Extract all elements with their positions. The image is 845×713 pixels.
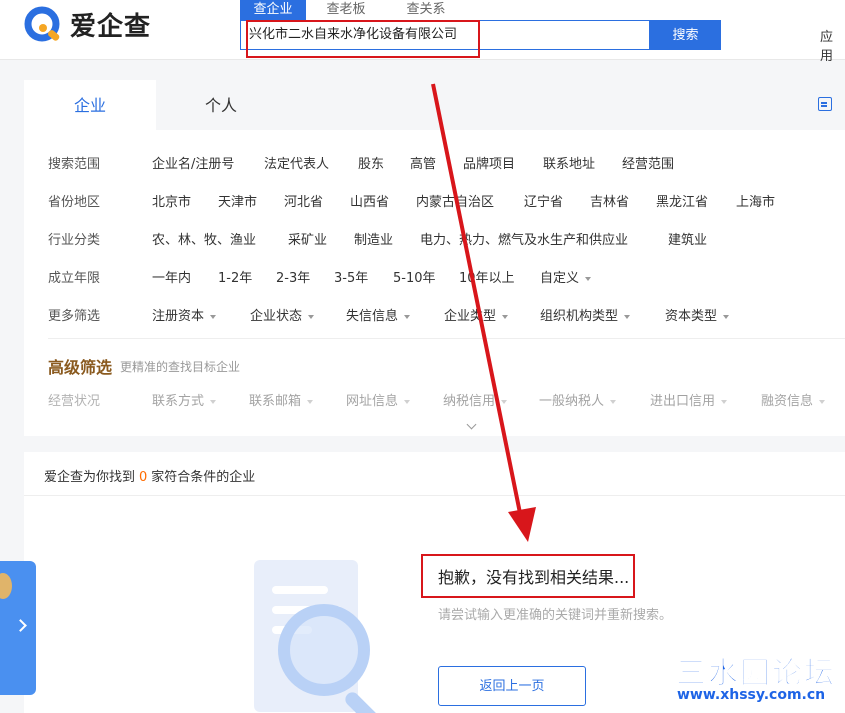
logo-text: 爱企查 bbox=[70, 11, 152, 42]
chevron-down-icon bbox=[723, 314, 730, 319]
filter-dropdown[interactable]: 组织机构类型 bbox=[540, 307, 631, 327]
tab-search-relation[interactable]: 查关系 bbox=[386, 0, 466, 20]
filter-option[interactable]: 采矿业 bbox=[288, 231, 327, 251]
expand-filters-button[interactable] bbox=[448, 418, 496, 436]
filter-dropdown[interactable]: 注册资本 bbox=[152, 307, 217, 327]
filter-label: 搜索范围 bbox=[48, 157, 101, 172]
tab-search-boss[interactable]: 查老板 bbox=[306, 0, 386, 20]
watermark-url: www.xhssy.com.cn bbox=[677, 687, 826, 703]
filter-option[interactable]: 股东 bbox=[358, 155, 384, 175]
filter-option[interactable]: 上海市 bbox=[736, 193, 775, 213]
side-float-widget[interactable] bbox=[0, 561, 36, 695]
search-button[interactable]: 搜索 bbox=[650, 20, 721, 50]
list-icon[interactable] bbox=[818, 97, 832, 111]
chevron-right-icon bbox=[14, 619, 27, 632]
filter-label: 成立年限 bbox=[48, 271, 101, 286]
filter-option[interactable]: 内蒙古自治区 bbox=[416, 193, 494, 213]
filter-dropdown[interactable]: 联系邮箱 bbox=[249, 392, 314, 412]
filter-option-custom[interactable]: 自定义 bbox=[540, 269, 592, 289]
filter-dropdown[interactable]: 进出口信用 bbox=[650, 392, 728, 412]
filter-option[interactable]: 联系地址 bbox=[543, 155, 595, 175]
filter-label: 省份地区 bbox=[48, 195, 101, 210]
filter-option[interactable]: 5-10年 bbox=[393, 269, 436, 289]
no-result-hint: 请尝试输入更准确的关键词并重新搜索。 bbox=[438, 608, 673, 623]
magnifier-icon bbox=[278, 604, 370, 696]
chevron-down-icon bbox=[210, 399, 217, 404]
filter-label: 行业分类 bbox=[48, 233, 101, 248]
filter-option[interactable]: 2-3年 bbox=[276, 269, 310, 289]
back-button[interactable]: 返回上一页 bbox=[438, 666, 586, 706]
logo-icon bbox=[24, 6, 60, 42]
filter-dropdown[interactable]: 企业类型 bbox=[444, 307, 509, 327]
filter-option[interactable]: 经营范围 bbox=[622, 155, 674, 175]
chevron-down-icon bbox=[210, 314, 217, 319]
avatar bbox=[0, 573, 12, 599]
entity-tabs: 企业 个人 bbox=[24, 80, 845, 130]
filter-dropdown[interactable]: 资本类型 bbox=[665, 307, 730, 327]
filter-label: 更多筛选 bbox=[48, 309, 101, 324]
filter-dropdown[interactable]: 联系方式 bbox=[152, 392, 217, 412]
filter-option[interactable]: 天津市 bbox=[218, 193, 257, 213]
filter-option[interactable]: 吉林省 bbox=[590, 193, 629, 213]
divider bbox=[48, 338, 845, 339]
filter-option[interactable]: 品牌项目 bbox=[463, 155, 515, 175]
chevron-down-icon bbox=[502, 314, 509, 319]
highlight-box-search bbox=[246, 20, 480, 58]
filter-option[interactable]: 1-2年 bbox=[218, 269, 252, 289]
chevron-down-icon bbox=[610, 399, 617, 404]
advanced-filter-subtitle: 更精准的查找目标企业 bbox=[120, 360, 241, 374]
filter-option[interactable]: 一年内 bbox=[152, 269, 191, 289]
filter-option[interactable]: 法定代表人 bbox=[264, 155, 329, 175]
highlight-box-result bbox=[421, 554, 635, 598]
tab-company[interactable]: 企业 bbox=[24, 80, 156, 130]
advanced-filter-title: 高级筛选 bbox=[48, 358, 113, 377]
filter-option[interactable]: 河北省 bbox=[284, 193, 323, 213]
tab-search-company[interactable]: 查企业 bbox=[240, 0, 306, 20]
results-header: 爱企查为你找到 0 家符合条件的企业 bbox=[24, 452, 845, 496]
tab-person[interactable]: 个人 bbox=[176, 80, 266, 130]
filter-option[interactable]: 建筑业 bbox=[668, 231, 707, 251]
filter-dropdown[interactable]: 一般纳税人 bbox=[539, 392, 617, 412]
chevron-down-icon bbox=[819, 399, 826, 404]
filter-option[interactable]: 10年以上 bbox=[459, 269, 515, 289]
filter-option[interactable]: 企业名/注册号 bbox=[152, 155, 234, 175]
chevron-down-icon bbox=[721, 399, 728, 404]
chevron-down-icon bbox=[307, 399, 314, 404]
logo[interactable]: 爱企查 bbox=[24, 4, 151, 44]
filter-dropdown[interactable]: 纳税信用 bbox=[443, 392, 508, 412]
filter-dropdown[interactable]: 失信信息 bbox=[346, 307, 411, 327]
chevron-down-icon bbox=[466, 419, 477, 430]
chevron-down-icon bbox=[501, 399, 508, 404]
filter-option[interactable]: 山西省 bbox=[350, 193, 389, 213]
filter-option[interactable]: 制造业 bbox=[354, 231, 393, 251]
empty-result-illustration bbox=[250, 560, 410, 713]
chevron-down-icon bbox=[624, 314, 631, 319]
filter-option[interactable]: 高管 bbox=[410, 155, 436, 175]
filter-option[interactable]: 电力、热力、燃气及水生产和供应业 bbox=[420, 231, 628, 251]
filter-option[interactable]: 黑龙江省 bbox=[656, 193, 708, 213]
filter-panel: 企业 个人 搜索范围 企业名/注册号 法定代表人 股东 高管 品牌项目 联系地址… bbox=[24, 80, 845, 436]
filter-label: 经营状况 bbox=[48, 394, 101, 409]
filter-option[interactable]: 北京市 bbox=[152, 193, 191, 213]
search-tabs: 查企业 查老板 查关系 bbox=[240, 0, 466, 20]
chevron-down-icon bbox=[404, 399, 411, 404]
filter-option[interactable]: 农、林、牧、渔业 bbox=[152, 231, 256, 251]
chevron-down-icon bbox=[585, 276, 592, 281]
watermark-logo: 三水园论坛 bbox=[676, 656, 836, 692]
chevron-down-icon bbox=[404, 314, 411, 319]
chevron-down-icon bbox=[308, 314, 315, 319]
app-link[interactable]: 应用 bbox=[820, 26, 845, 64]
filter-dropdown[interactable]: 企业状态 bbox=[250, 307, 315, 327]
filter-option[interactable]: 3-5年 bbox=[334, 269, 368, 289]
result-count-number: 0 bbox=[139, 470, 148, 485]
filter-option[interactable]: 辽宁省 bbox=[524, 193, 563, 213]
filter-dropdown[interactable]: 融资信息 bbox=[761, 392, 826, 412]
filter-dropdown[interactable]: 网址信息 bbox=[346, 392, 411, 412]
result-count: 爱企查为你找到 0 家符合条件的企业 bbox=[44, 470, 256, 485]
